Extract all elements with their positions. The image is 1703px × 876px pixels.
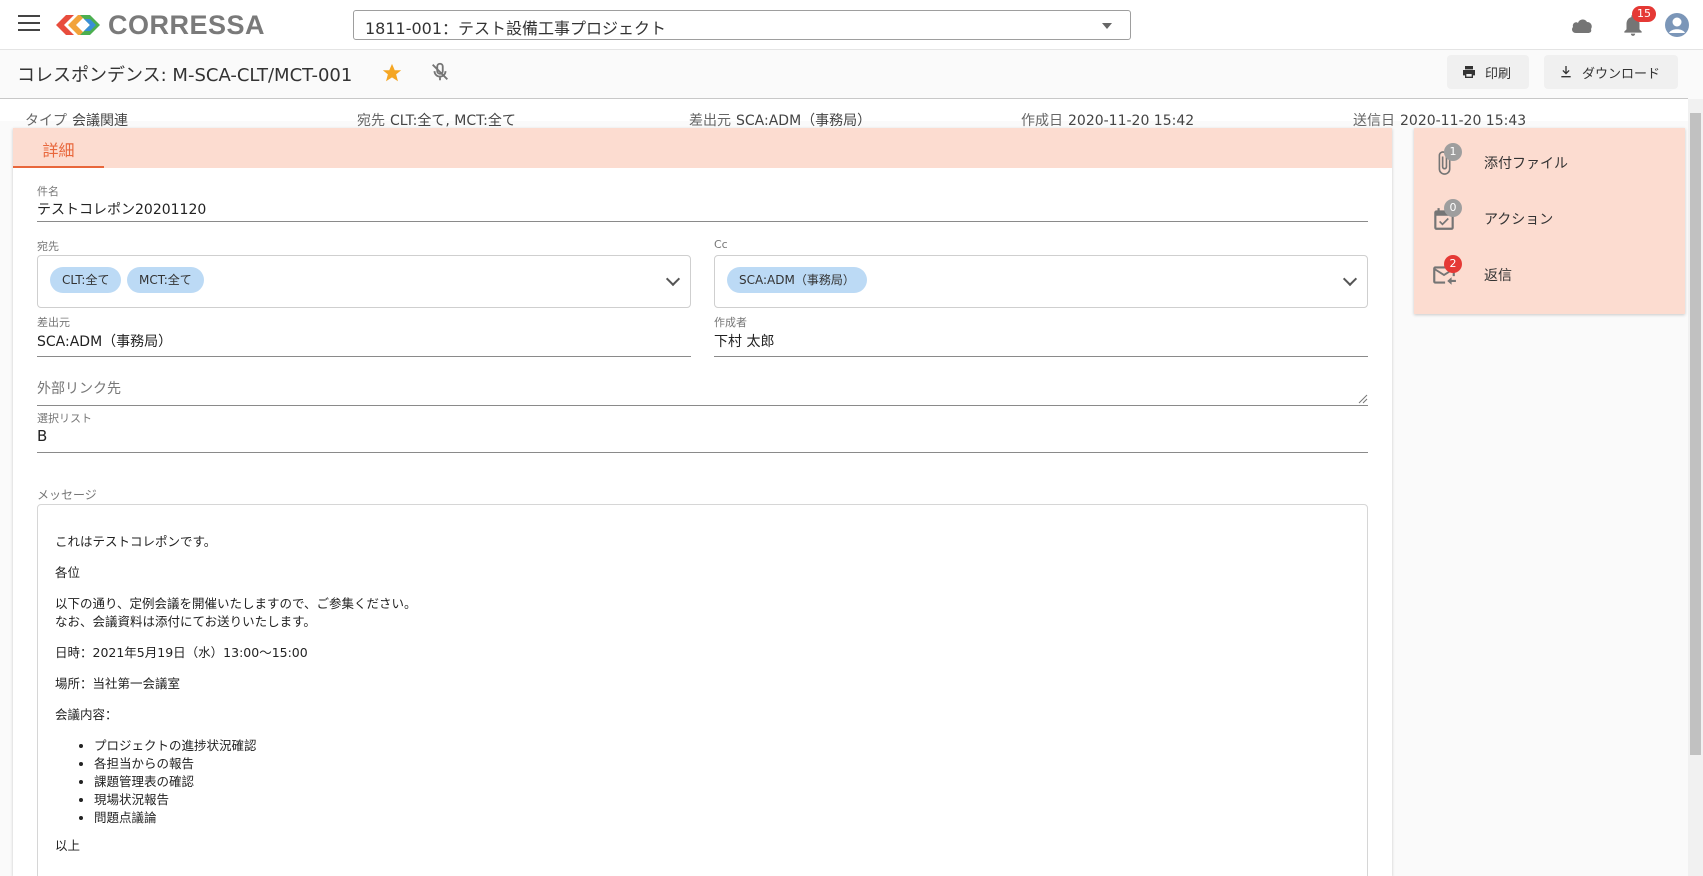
account-avatar-icon[interactable] xyxy=(1664,12,1690,38)
actions-label: アクション xyxy=(1484,212,1554,228)
message-line: 日時：2021年5月19日（水）13:00～15:00 xyxy=(55,645,308,660)
cc-select[interactable]: SCA:ADM（事務局） xyxy=(714,255,1368,308)
to-label: 宛先 xyxy=(37,240,59,253)
to-chip[interactable]: MCT:全て xyxy=(127,267,204,293)
info-type: タイプ 会議関連 xyxy=(25,113,128,129)
download-icon xyxy=(1561,66,1571,78)
message-line: 各位 xyxy=(55,565,81,580)
chevron-down-icon xyxy=(1342,271,1358,287)
sender-field[interactable]: SCA:ADM（事務局） xyxy=(37,331,172,351)
tab-bar: 詳細 xyxy=(13,128,1392,168)
cc-label: Cc xyxy=(714,238,728,251)
author-field[interactable]: 下村 太郎 xyxy=(714,331,774,351)
info-created: 作成日 2020-11-20 15:42 xyxy=(1021,113,1195,129)
list-item: 各担当からの報告 xyxy=(94,755,257,773)
sender-label: 差出元 xyxy=(37,316,70,329)
scrollbar-thumb[interactable] xyxy=(1690,113,1701,755)
external-link-underline xyxy=(37,405,1368,406)
author-label: 作成者 xyxy=(714,316,747,329)
attachments-count-badge: 1 xyxy=(1444,143,1462,161)
printer-icon xyxy=(1463,66,1475,78)
print-label: 印刷 xyxy=(1485,66,1512,82)
download-button[interactable]: ダウンロード xyxy=(1544,55,1678,89)
message-line: 場所：当社第一会議室 xyxy=(55,676,181,691)
notifications-button[interactable]: 15 xyxy=(1620,6,1656,38)
info-strip: タイプ 会議関連 宛先 CLT:全て, MCT:全て 差出元 SCA:ADM（事務局）… xyxy=(0,99,1688,129)
project-select[interactable]: 1811-001：テスト設備工事プロジェクト xyxy=(353,10,1131,40)
side-panel: 1 添付ファイル 0 アクション 2 返信 xyxy=(1414,128,1685,314)
info-from: 差出元 SCA:ADM（事務局） xyxy=(689,113,872,129)
select-list-label: 選択リスト xyxy=(37,412,92,425)
info-to: 宛先 CLT:全て, MCT:全て xyxy=(357,113,516,129)
attachments-item[interactable]: 1 添付ファイル xyxy=(1414,138,1685,188)
message-line: 以下の通り、定例会議を開催いたしますので、ご参集ください。 xyxy=(55,596,417,611)
to-select[interactable]: CLT:全て MCT:全て xyxy=(37,255,691,308)
author-underline xyxy=(714,356,1368,357)
print-button[interactable]: 印刷 xyxy=(1447,55,1529,89)
subject-field[interactable]: テストコレポン20201120 xyxy=(37,199,206,219)
external-link-field[interactable]: 外部リンク先 xyxy=(37,378,121,398)
message-line: なお、会議資料は添付にてお送りいたします。 xyxy=(55,614,316,629)
message-label: メッセージ xyxy=(37,488,97,502)
chevron-down-icon xyxy=(665,271,681,287)
select-list-field[interactable]: B xyxy=(37,427,47,445)
detail-card: 詳細 件名 テストコレポン20201120 宛先 CLT:全て MCT:全て C… xyxy=(13,128,1392,876)
menu-icon[interactable] xyxy=(18,15,40,33)
replies-count-badge: 2 xyxy=(1444,255,1462,273)
logo-text: CORRESSA xyxy=(108,9,266,40)
actions-count-badge: 0 xyxy=(1444,199,1462,217)
replies-item[interactable]: 2 返信 xyxy=(1414,250,1685,300)
agenda-list: プロジェクトの進捗状況確認 各担当からの報告 課題管理表の確認 現場状況報告 問… xyxy=(94,737,257,827)
corressa-logo-icon xyxy=(56,15,100,35)
list-item: 課題管理表の確認 xyxy=(94,773,257,791)
list-item: プロジェクトの進捗状況確認 xyxy=(94,737,257,755)
to-chip[interactable]: CLT:全て xyxy=(50,267,122,293)
cc-chip[interactable]: SCA:ADM（事務局） xyxy=(727,267,867,293)
top-app-bar: CORRESSA 1811-001：テスト設備工事プロジェクト 15 xyxy=(0,0,1703,50)
dropdown-caret-icon xyxy=(1102,23,1112,29)
resize-handle-icon[interactable] xyxy=(1358,394,1368,404)
actions-item[interactable]: 0 アクション xyxy=(1414,194,1685,244)
list-item: 問題点議論 xyxy=(94,809,257,827)
replies-label: 返信 xyxy=(1484,268,1512,284)
info-sent: 送信日 2020-11-20 15:43 xyxy=(1353,113,1527,129)
list-item: 現場状況報告 xyxy=(94,791,257,809)
message-line: 会議内容： xyxy=(55,707,118,722)
star-icon[interactable] xyxy=(381,62,403,84)
app-logo[interactable]: CORRESSA xyxy=(54,10,265,40)
cloud-icon[interactable] xyxy=(1570,15,1594,35)
download-label: ダウンロード xyxy=(1582,66,1661,82)
message-line: 以上 xyxy=(55,838,81,853)
page-title: コレスポンデンス: M-SCA-CLT/MCT-001 xyxy=(17,65,353,86)
notification-badge: 15 xyxy=(1632,6,1656,22)
mute-icon[interactable] xyxy=(429,61,451,83)
message-editor[interactable]: これはテストコレポンです。 各位 以下の通り、定例会議を開催いたしますので、ご参… xyxy=(37,504,1368,876)
message-line: これはテストコレポンです。 xyxy=(55,534,217,549)
tab-detail[interactable]: 詳細 xyxy=(13,128,104,168)
subject-label: 件名 xyxy=(37,185,59,198)
attachments-label: 添付ファイル xyxy=(1484,156,1568,172)
project-select-value: 1811-001：テスト設備工事プロジェクト xyxy=(365,19,667,38)
select-list-underline xyxy=(37,452,1368,453)
sender-underline xyxy=(37,356,691,357)
subject-underline xyxy=(37,221,1368,222)
